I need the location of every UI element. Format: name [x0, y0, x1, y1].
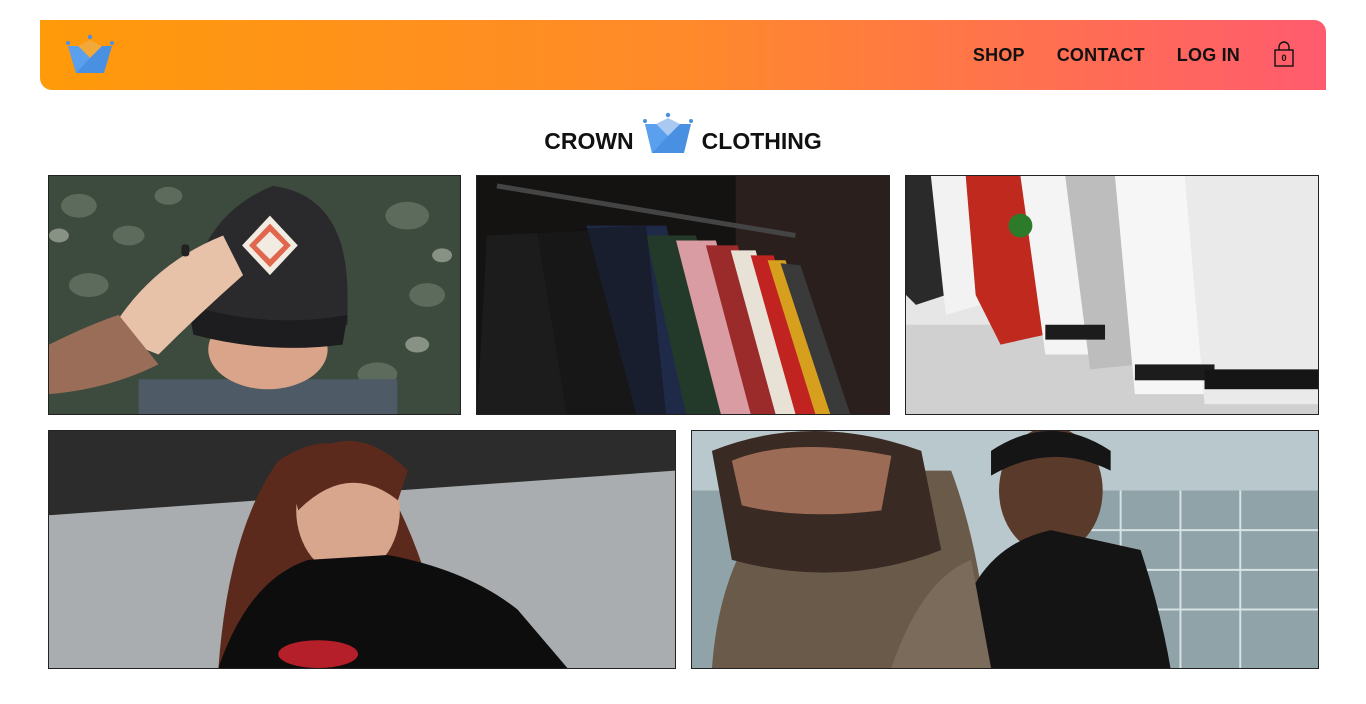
jackets-on-rack-photo [477, 176, 889, 414]
nav-links: SHOP CONTACT LOG IN 0 [941, 20, 1296, 90]
nav-contact-link[interactable]: CONTACT [1057, 45, 1145, 66]
nav-login-link[interactable]: LOG IN [1177, 45, 1240, 66]
brand-word-right: CLOTHING [701, 128, 822, 154]
navigation-header: SHOP CONTACT LOG IN 0 [40, 20, 1326, 90]
sneakers-row-photo [906, 176, 1318, 414]
man-reaching-photo [692, 431, 1318, 668]
crown-logo-icon[interactable] [64, 34, 116, 76]
crown-icon [642, 112, 693, 153]
cart-button[interactable]: 0 [1272, 41, 1296, 69]
nav-shop-link[interactable]: SHOP [973, 45, 1025, 66]
category-tile-womens[interactable] [48, 430, 676, 669]
cart-count: 0 [1281, 53, 1287, 63]
brand-title: CROWN CLOTHING [0, 106, 1366, 156]
brand-word-left: CROWN [544, 128, 634, 154]
category-tile-jackets[interactable] [476, 175, 890, 415]
category-tile-mens[interactable] [691, 430, 1319, 669]
category-tile-hats[interactable] [48, 175, 461, 415]
category-tile-sneakers[interactable] [905, 175, 1319, 415]
man-in-cap-photo [49, 176, 460, 414]
woman-portrait-photo [49, 431, 675, 668]
